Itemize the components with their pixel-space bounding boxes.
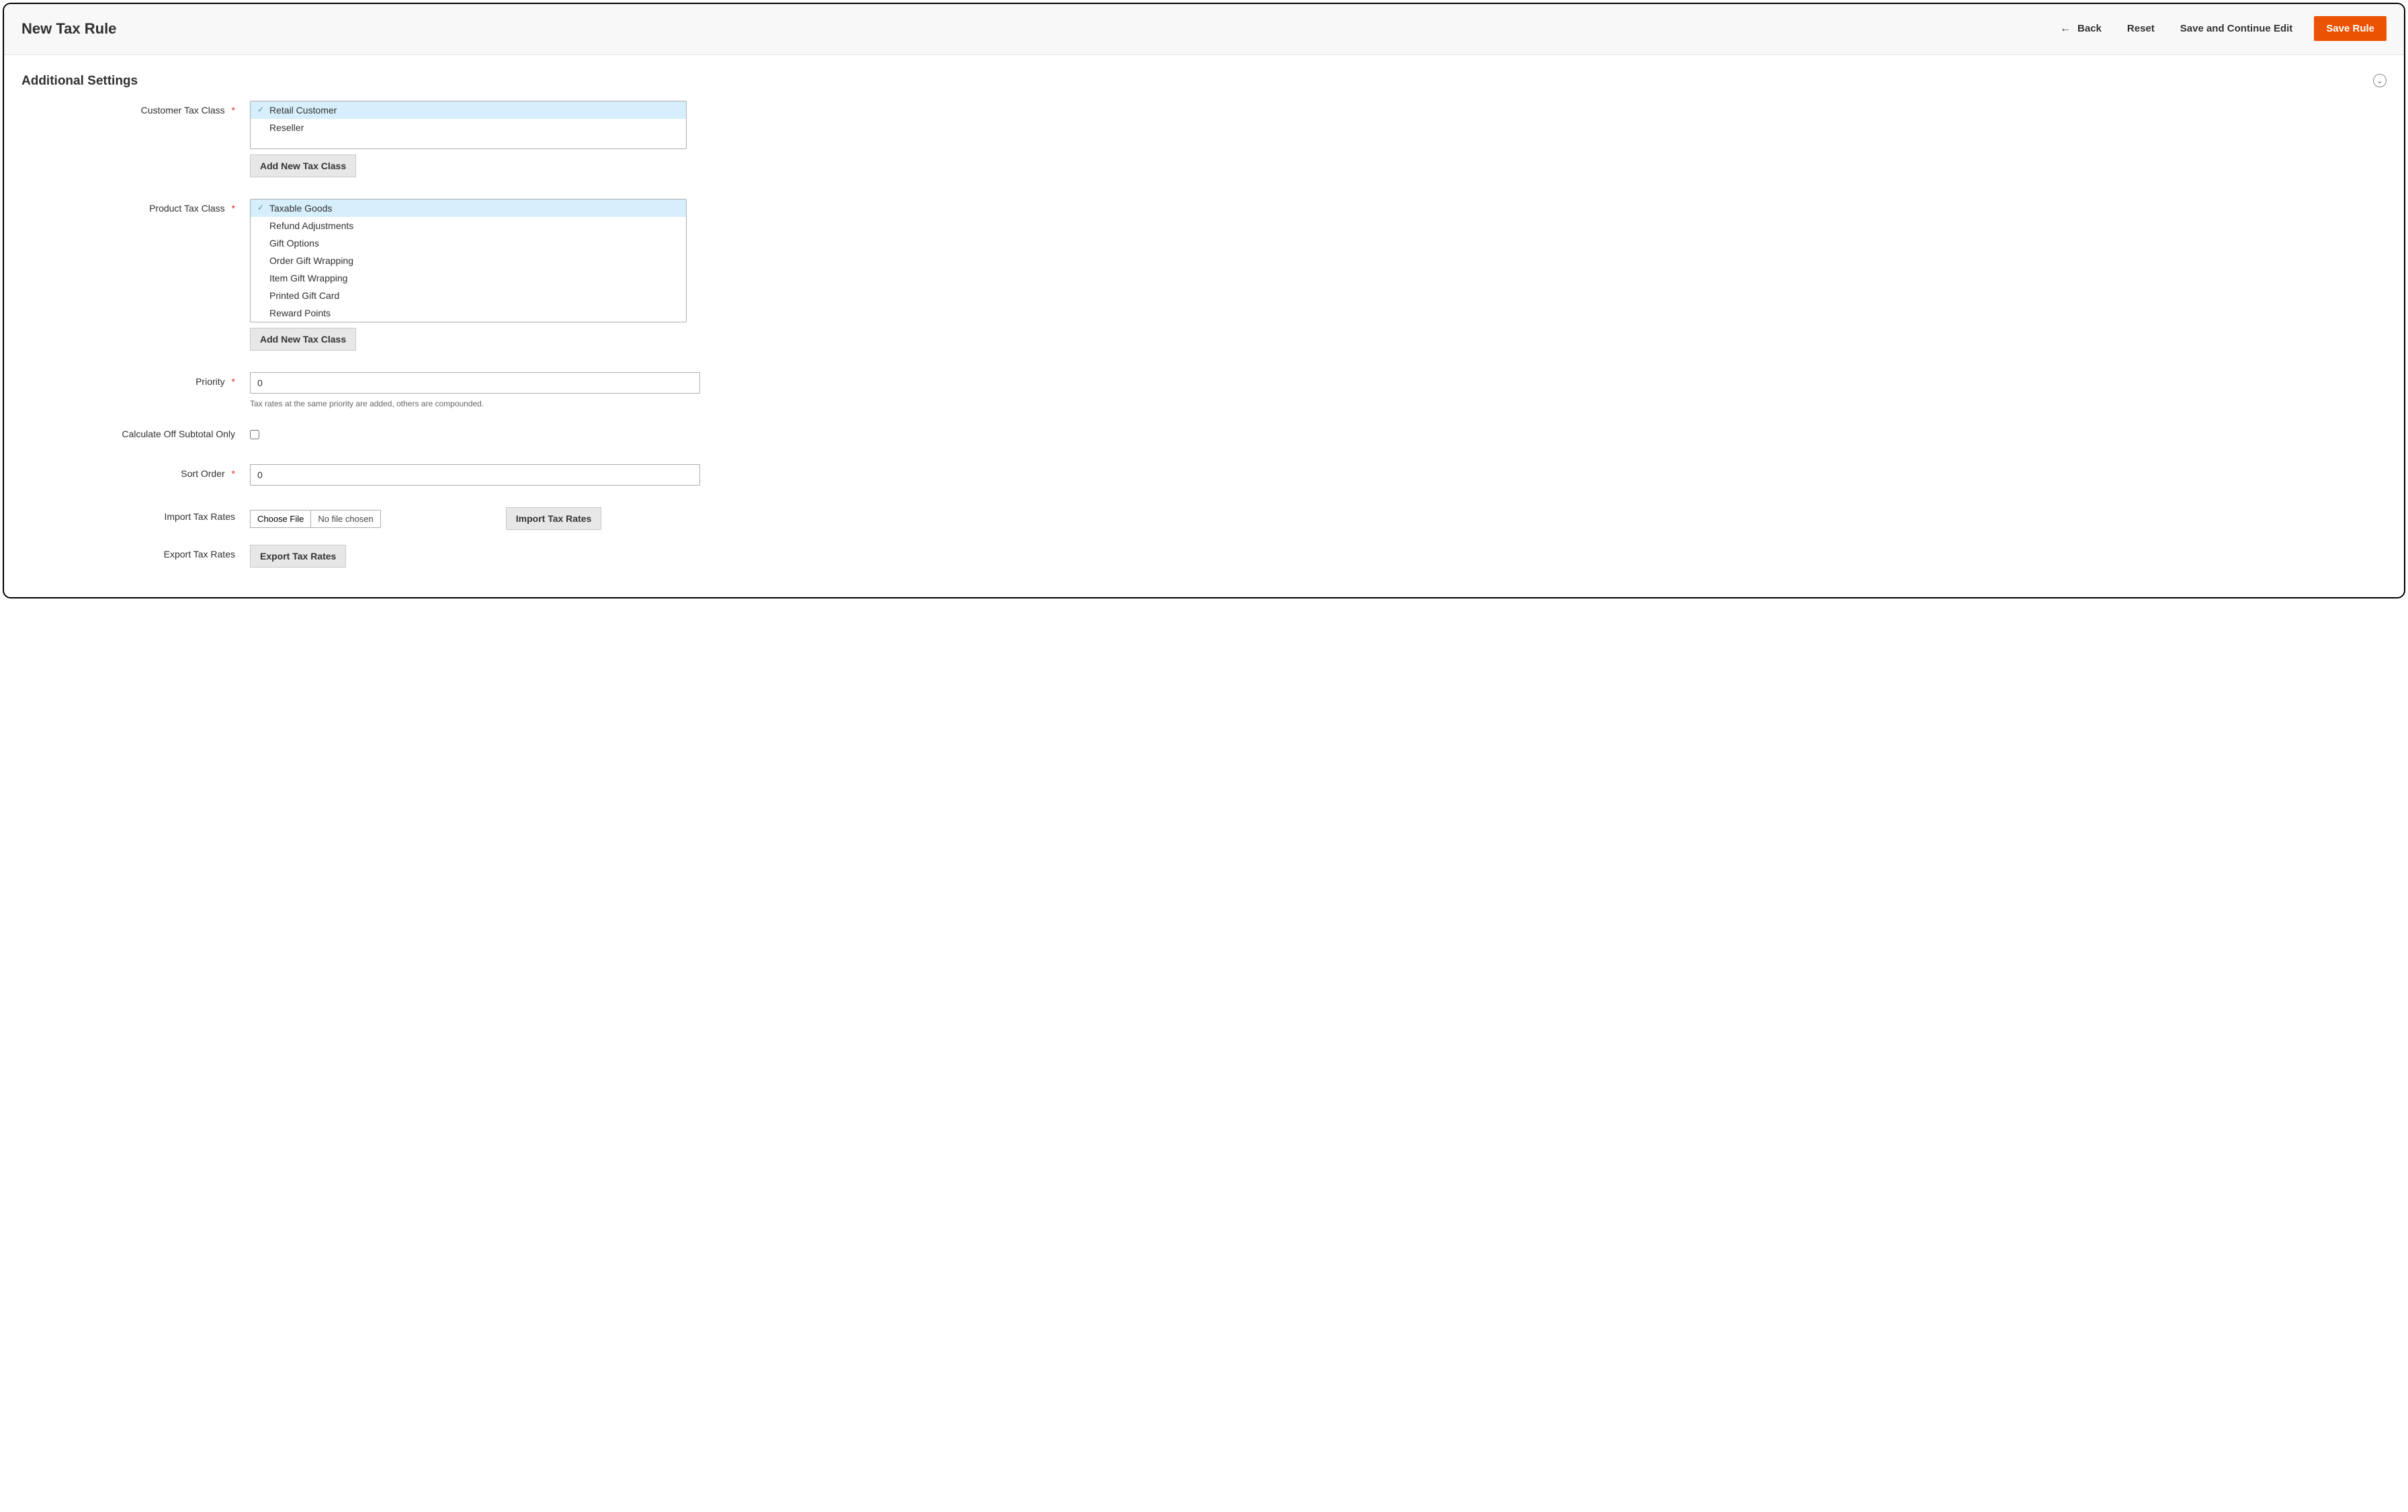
sort-order-input[interactable] (250, 464, 700, 486)
control-export-tax-rates: Export Tax Rates (250, 545, 687, 568)
priority-input[interactable] (250, 372, 700, 394)
option-order-gift-wrapping[interactable]: Order Gift Wrapping (251, 252, 686, 269)
required-asterisk: * (232, 468, 235, 479)
multiselect-product-tax-class[interactable]: Taxable Goods Refund Adjustments Gift Op… (250, 199, 687, 322)
option-item-gift-wrapping[interactable]: Item Gift Wrapping (251, 269, 686, 287)
back-label: Back (2077, 23, 2102, 34)
option-gift-options[interactable]: Gift Options (251, 234, 686, 252)
label-export-tax-rates: Export Tax Rates (22, 545, 250, 560)
control-customer-tax-class: Retail Customer Reseller Add New Tax Cla… (250, 101, 687, 177)
label-text-sort-order: Sort Order (181, 468, 224, 479)
label-calc-off-subtotal: Calculate Off Subtotal Only (22, 425, 250, 439)
control-sort-order (250, 464, 700, 486)
row-calc-off-subtotal: Calculate Off Subtotal Only (22, 425, 2386, 443)
option-retail-customer[interactable]: Retail Customer (251, 101, 686, 119)
save-rule-button[interactable]: Save Rule (2314, 16, 2386, 41)
row-product-tax-class: Product Tax Class * Taxable Goods Refund… (22, 199, 2386, 351)
row-customer-tax-class: Customer Tax Class * Retail Customer Res… (22, 101, 2386, 177)
back-button[interactable]: ← Back (2056, 16, 2106, 41)
import-tax-rates-button[interactable]: Import Tax Rates (506, 507, 602, 530)
label-import-tax-rates: Import Tax Rates (22, 507, 250, 522)
page-header: New Tax Rule ← Back Reset Save and Conti… (4, 4, 2404, 55)
label-product-tax-class: Product Tax Class * (22, 199, 250, 214)
priority-hint: Tax rates at the same priority are added… (250, 399, 700, 408)
row-priority: Priority * Tax rates at the same priorit… (22, 372, 2386, 408)
section-title: Additional Settings (22, 74, 2386, 89)
page-title: New Tax Rule (22, 20, 116, 38)
file-picker[interactable]: Choose File No file chosen (250, 510, 381, 528)
row-import-tax-rates: Import Tax Rates Choose File No file cho… (22, 507, 2386, 530)
calc-off-subtotal-checkbox[interactable] (250, 430, 259, 439)
back-arrow-icon: ← (2060, 24, 2071, 34)
content-area: Additional Settings ⌄ Customer Tax Class… (4, 55, 2404, 597)
control-calc-off-subtotal (250, 425, 687, 443)
row-sort-order: Sort Order * (22, 464, 2386, 486)
chevron-down-icon: ⌄ (2376, 77, 2382, 85)
label-priority: Priority * (22, 372, 250, 387)
option-printed-gift-card[interactable]: Printed Gift Card (251, 287, 686, 304)
control-product-tax-class: Taxable Goods Refund Adjustments Gift Op… (250, 199, 687, 351)
label-sort-order: Sort Order * (22, 464, 250, 479)
label-customer-tax-class: Customer Tax Class * (22, 101, 250, 116)
label-text-product-tax-class: Product Tax Class (149, 203, 225, 214)
no-file-chosen-text: No file chosen (311, 513, 380, 525)
choose-file-button[interactable]: Choose File (251, 510, 311, 527)
reset-button[interactable]: Reset (2123, 16, 2159, 41)
label-text-customer-tax-class: Customer Tax Class (141, 105, 225, 116)
required-asterisk: * (232, 105, 235, 116)
add-customer-tax-class-button[interactable]: Add New Tax Class (250, 154, 356, 177)
option-taxable-goods[interactable]: Taxable Goods (251, 199, 686, 217)
option-reseller[interactable]: Reseller (251, 119, 686, 136)
required-asterisk: * (232, 376, 235, 387)
header-actions: ← Back Reset Save and Continue Edit Save… (2056, 16, 2386, 41)
row-export-tax-rates: Export Tax Rates Export Tax Rates (22, 545, 2386, 568)
multiselect-customer-tax-class[interactable]: Retail Customer Reseller (250, 101, 687, 149)
export-tax-rates-button[interactable]: Export Tax Rates (250, 545, 346, 568)
add-product-tax-class-button[interactable]: Add New Tax Class (250, 328, 356, 351)
label-text-priority: Priority (196, 376, 225, 387)
collapse-toggle[interactable]: ⌄ (2373, 74, 2386, 87)
control-import-tax-rates: Choose File No file chosen Import Tax Ra… (250, 507, 687, 530)
save-continue-button[interactable]: Save and Continue Edit (2176, 16, 2297, 41)
required-asterisk: * (232, 203, 235, 214)
option-reward-points[interactable]: Reward Points (251, 304, 686, 322)
option-refund-adjustments[interactable]: Refund Adjustments (251, 217, 686, 234)
control-priority: Tax rates at the same priority are added… (250, 372, 700, 408)
